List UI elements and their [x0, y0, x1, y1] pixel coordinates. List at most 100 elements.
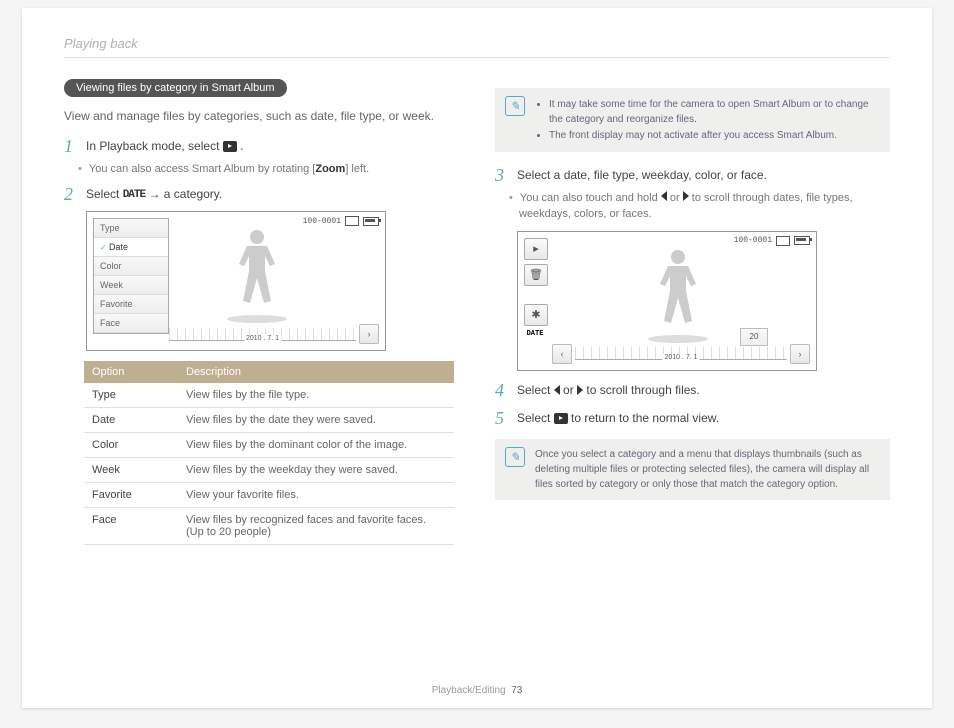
table-row: DateView files by the date they were sav… — [84, 408, 454, 433]
step-4: 4 Select or to scroll through files. — [495, 381, 890, 401]
step-1-sub: You can also access Smart Album by rotat… — [88, 161, 459, 178]
step-text: In Playback mode, select . — [86, 137, 243, 155]
card-icon — [345, 216, 359, 226]
lcd-mock-categories: 100-0001 Type Date Color Week Favorite F… — [86, 211, 386, 351]
settings-button[interactable]: ✱ — [524, 304, 548, 326]
card-icon — [776, 236, 790, 246]
date-timeline: 2010 . 7. 1 › — [169, 324, 379, 344]
manual-page: Playing back Viewing files by category i… — [22, 8, 932, 708]
desc: View files by the weekday they were save… — [178, 458, 454, 483]
t: or — [667, 192, 683, 204]
opt: Week — [84, 458, 178, 483]
menu-item-color[interactable]: Color — [94, 257, 168, 276]
left-column: Viewing files by category in Smart Album… — [64, 78, 459, 545]
page-footer: Playback/Editing 73 — [22, 685, 932, 696]
col-description: Description — [178, 361, 454, 383]
t: You can also access Smart Album by rotat… — [89, 163, 315, 175]
table-header-row: Option Description — [84, 361, 454, 383]
timeline-strip: 2010 . 7. 1 — [575, 347, 787, 360]
t: or — [560, 383, 577, 397]
opt: Type — [84, 383, 178, 408]
intro-text: View and manage files by categories, suc… — [64, 107, 459, 125]
step-3-sub: You can also touch and hold or to scroll… — [519, 190, 890, 223]
date-button-label: DATE — [123, 187, 145, 204]
file-counter: 100-0001 — [303, 217, 341, 226]
table-row: FavoriteView your favorite files. — [84, 483, 454, 508]
t: Select — [517, 411, 554, 425]
person-silhouette — [217, 224, 297, 324]
note-list: It may take some time for the camera to … — [535, 96, 880, 144]
lcd-status-bar: 100-0001 — [734, 236, 810, 246]
timeline-prev-button[interactable]: ‹ — [552, 344, 572, 364]
content-columns: Viewing files by category in Smart Album… — [64, 78, 890, 545]
step-number: 3 — [495, 166, 509, 186]
note-text: Once you select a category and a menu th… — [535, 447, 880, 492]
note-icon: ✎ — [505, 96, 525, 116]
footer-page-number: 73 — [511, 685, 522, 696]
opt: Date — [84, 408, 178, 433]
t: Select — [517, 383, 554, 397]
right-column: ✎ It may take some time for the camera t… — [495, 78, 890, 545]
t: → a category. — [148, 187, 222, 201]
playback-mode-button[interactable]: ▸ — [524, 238, 548, 260]
zoom-label: Zoom — [315, 163, 345, 175]
step-3: 3 Select a date, file type, weekday, col… — [495, 166, 890, 186]
opt: Favorite — [84, 483, 178, 508]
t: to scroll through files. — [583, 383, 700, 397]
options-table: Option Description TypeView files by the… — [84, 361, 454, 545]
table-row: ColorView files by the dominant color of… — [84, 433, 454, 458]
note-box-2: ✎ Once you select a category and a menu … — [495, 439, 890, 500]
battery-icon — [794, 236, 810, 245]
note-icon: ✎ — [505, 447, 525, 467]
menu-item-date[interactable]: Date — [94, 238, 168, 257]
step-2: 2 Select DATE → a category. — [64, 185, 459, 205]
delete-button[interactable]: 🗑 — [524, 264, 548, 286]
opt: Color — [84, 433, 178, 458]
lcd-mock-browse: 100-0001 ▸ 🗑 ✱ DATE 20 ‹ — [517, 231, 817, 371]
step-number: 4 — [495, 381, 509, 401]
menu-item-week[interactable]: Week — [94, 276, 168, 295]
step-5: 5 Select to return to the normal view. — [495, 409, 890, 429]
date-mode-label: DATE — [524, 330, 546, 338]
t: . — [240, 139, 243, 153]
timeline-next-button[interactable]: › — [790, 344, 810, 364]
col-option: Option — [84, 361, 178, 383]
date-timeline: ‹ 2010 . 7. 1 › — [552, 344, 810, 364]
playback-icon — [554, 413, 568, 424]
step-text: Select DATE → a category. — [86, 185, 222, 203]
step-number: 2 — [64, 185, 78, 205]
menu-item-face[interactable]: Face — [94, 314, 168, 333]
table-row: TypeView files by the file type. — [84, 383, 454, 408]
desc: View files by the file type. — [178, 383, 454, 408]
timeline-strip: 2010 . 7. 1 — [169, 328, 356, 341]
step-number: 5 — [495, 409, 509, 429]
desc: View files by the date they were saved. — [178, 408, 454, 433]
lcd-status-bar: 100-0001 — [303, 216, 379, 226]
note-item: The front display may not activate after… — [549, 128, 880, 143]
timeline-date-label: 2010 . 7. 1 — [244, 335, 281, 342]
spacer — [524, 290, 548, 300]
menu-item-type[interactable]: Type — [94, 219, 168, 238]
step-1: 1 In Playback mode, select . — [64, 137, 459, 157]
t: to return to the normal view. — [568, 411, 719, 425]
person-silhouette — [638, 244, 718, 344]
desc: View files by the dominant color of the … — [178, 433, 454, 458]
playback-icon — [223, 141, 237, 152]
opt: Face — [84, 508, 178, 545]
menu-item-favorite[interactable]: Favorite — [94, 295, 168, 314]
step-number: 1 — [64, 137, 78, 157]
t: Select — [86, 187, 123, 201]
file-counter: 100-0001 — [734, 236, 772, 245]
t: In Playback mode, select — [86, 139, 223, 153]
side-toolbar: ▸ 🗑 ✱ DATE — [524, 238, 548, 338]
note-box-1: ✎ It may take some time for the camera t… — [495, 88, 890, 152]
step-text: Select or to scroll through files. — [517, 381, 700, 400]
battery-icon — [363, 217, 379, 226]
desc: View your favorite files. — [178, 483, 454, 508]
timeline-date-label: 2010 . 7. 1 — [662, 354, 699, 361]
timeline-next-button[interactable]: › — [359, 324, 379, 344]
desc: View files by recognized faces and favor… — [178, 508, 454, 545]
table-row: FaceView files by recognized faces and f… — [84, 508, 454, 545]
category-menu: Type Date Color Week Favorite Face — [93, 218, 169, 334]
footer-section: Playback/Editing — [432, 685, 506, 696]
